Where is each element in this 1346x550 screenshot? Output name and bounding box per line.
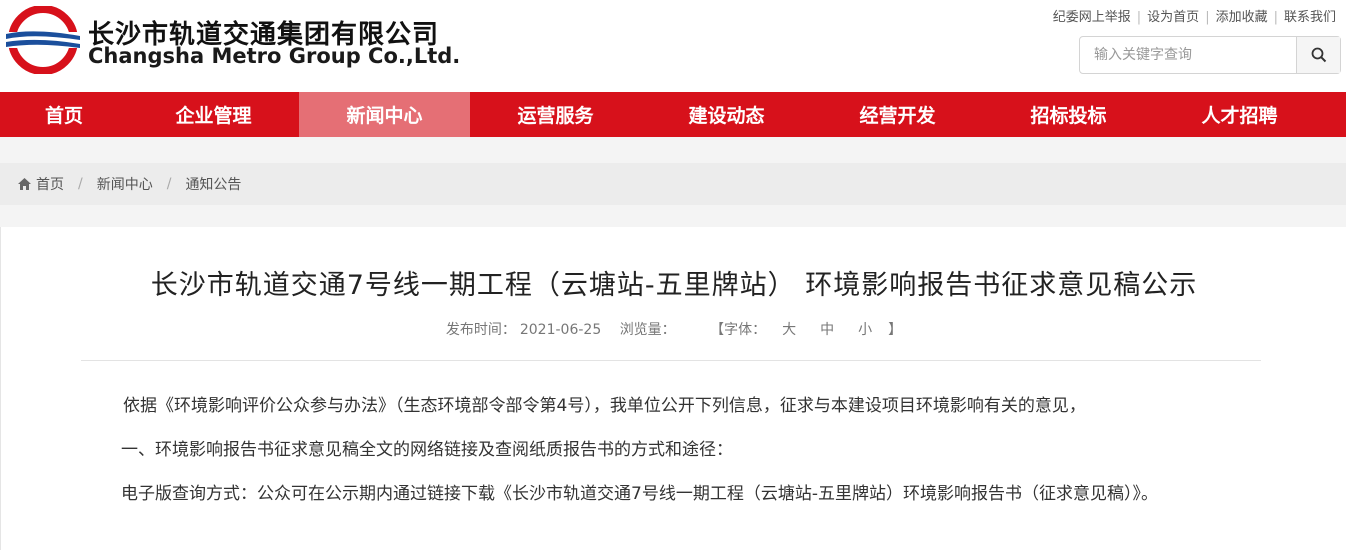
set-homepage-link[interactable]: 设为首页 — [1147, 10, 1199, 25]
article-title: 长沙市轨道交通7号线一期工程（云塘站-五里牌站） 环境影响报告书征求意见稿公示 — [150, 270, 1198, 301]
site-header: 长沙市轨道交通集团有限公司 Changsha Metro Group Co.,L… — [0, 0, 1346, 92]
nav-item-home[interactable]: 首页 — [0, 92, 128, 137]
breadcrumb: 首页 / 新闻中心 / 通知公告 — [0, 163, 1346, 205]
breadcrumb-news[interactable]: 新闻中心 — [97, 174, 153, 194]
divider — [81, 360, 1261, 361]
nav-item-business[interactable]: 经营开发 — [812, 92, 983, 137]
font-size-open: 【字体： — [710, 322, 767, 338]
breadcrumb-home[interactable]: 首页 — [18, 174, 64, 194]
breadcrumb-section: 首页 / 新闻中心 / 通知公告 — [0, 137, 1346, 227]
font-size-large[interactable]: 大 — [782, 322, 796, 338]
separator: | — [1136, 10, 1142, 25]
nav-item-management[interactable]: 企业管理 — [128, 92, 299, 137]
paragraph: 依据《环境影响评价公众参与办法》（生态环境部令部令第4号），我单位公开下列信息，… — [123, 396, 1086, 416]
nav-item-news[interactable]: 新闻中心 — [299, 92, 470, 137]
paragraph: 电子版查询方式：公众可在公示期内通过链接下载《长沙市轨道交通7号线一期工程（云塘… — [121, 484, 1158, 504]
home-icon — [18, 178, 31, 190]
article-meta: 发布时间： 2021-06-25 浏览量： 【字体： 大 中 小】 — [1, 319, 1346, 339]
brand-name-en: Changsha Metro Group Co.,Ltd. — [88, 44, 461, 68]
publish-date-label: 发布时间： — [445, 322, 516, 338]
main-nav: 首页 企业管理 新闻中心 运营服务 建设动态 经营开发 招标投标 人才招聘 — [0, 92, 1346, 137]
search-box — [1079, 36, 1341, 74]
separator: | — [1205, 10, 1210, 25]
breadcrumb-separator: / — [166, 176, 172, 192]
company-logo[interactable] — [4, 6, 82, 74]
nav-item-careers[interactable]: 人才招聘 — [1154, 92, 1325, 137]
breadcrumb-notices[interactable]: 通知公告 — [185, 174, 241, 194]
views-label: 浏览量： — [619, 322, 676, 338]
font-size-close: 】 — [888, 322, 903, 338]
breadcrumb-separator: / — [78, 176, 83, 192]
paragraph: 一、环境影响报告书征求意见稿全文的网络链接及查阅纸质报告书的方式和途径： — [121, 440, 733, 460]
report-link[interactable]: 纪委网上举报 — [1053, 10, 1131, 25]
nav-item-operations[interactable]: 运营服务 — [470, 92, 641, 137]
contact-us-link[interactable]: 联系我们 — [1284, 10, 1336, 25]
nav-item-tender[interactable]: 招标投标 — [983, 92, 1154, 137]
font-size-medium[interactable]: 中 — [820, 322, 834, 338]
search-button[interactable] — [1296, 37, 1340, 73]
add-favorite-link[interactable]: 添加收藏 — [1216, 10, 1268, 25]
nav-item-construction[interactable]: 建设动态 — [641, 92, 812, 137]
top-links: 纪委网上举报 | 设为首页 | 添加收藏 | 联系我们 — [1053, 6, 1336, 25]
search-icon — [1311, 47, 1326, 63]
separator: | — [1273, 10, 1278, 25]
publish-date: 2021-06-25 — [519, 322, 602, 338]
article-body: 依据《环境影响评价公众参与办法》（生态环境部令部令第4号），我单位公开下列信息，… — [81, 389, 1261, 521]
font-size-small[interactable]: 小 — [858, 322, 872, 338]
breadcrumb-home-link[interactable]: 首页 — [36, 174, 64, 194]
article: 长沙市轨道交通7号线一期工程（云塘站-五里牌站） 环境影响报告书征求意见稿公示 … — [0, 227, 1346, 550]
search-input[interactable] — [1080, 37, 1296, 73]
